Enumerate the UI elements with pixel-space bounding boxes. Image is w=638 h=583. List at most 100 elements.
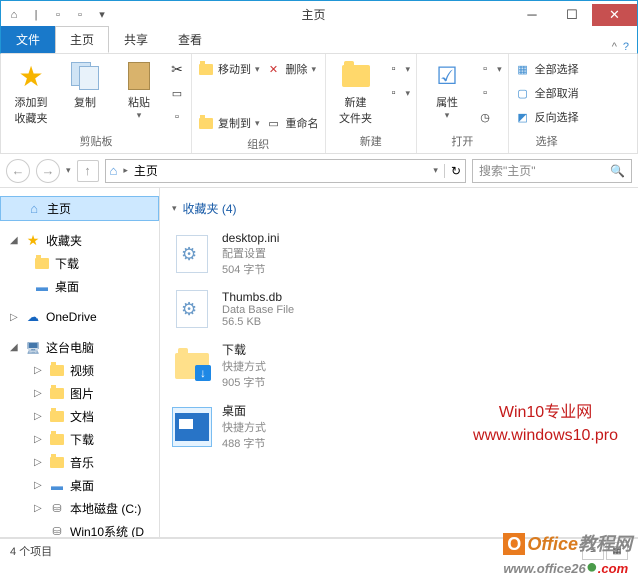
navitem-label: 图片 — [70, 385, 94, 402]
history-dropdown-icon[interactable]: ▾ — [66, 165, 71, 176]
copy-path-button[interactable]: ▭ — [169, 82, 185, 104]
chevron-right-icon: ▸ — [123, 165, 128, 176]
ribbon-collapse-icon[interactable]: ^ — [612, 41, 617, 53]
folder-icon[interactable]: ▫ — [71, 6, 89, 24]
moveto-icon — [198, 61, 214, 77]
navitem-win10sys[interactable]: ⛁Win10系统 (D — [0, 520, 159, 537]
address-bar[interactable]: ⌂ ▸ 主页 ▾ ↻ — [105, 159, 466, 183]
open-button[interactable]: ▫▾ — [477, 58, 502, 80]
section-header[interactable]: ▾ 收藏夹 (4) — [172, 196, 626, 225]
paste-shortcut-button[interactable]: ▫ — [169, 106, 185, 128]
selectnone-icon: ▢ — [515, 85, 531, 101]
rename-label: 重命名 — [286, 115, 319, 131]
tab-home[interactable]: 主页 — [55, 26, 109, 53]
navitem-music[interactable]: ▷音乐 — [0, 451, 159, 474]
navitem-label: 下载 — [55, 255, 79, 272]
expand-icon[interactable]: ▷ — [34, 388, 44, 399]
home-icon[interactable]: ⌂ — [5, 6, 23, 24]
easy-access-button[interactable]: ▫▾ — [386, 82, 411, 104]
navitem-thispc[interactable]: ◢🖥这台电脑 — [0, 336, 159, 359]
file-name: Thumbs.db — [222, 290, 294, 304]
forward-button[interactable]: → — [36, 159, 60, 183]
content-pane: ▾ 收藏夹 (4) desktop.ini 配置设置 504 字节 Thumbs… — [160, 188, 638, 537]
pin-to-favorites-button[interactable]: ★ 添加到 收藏夹 — [7, 58, 55, 126]
watermark: Win10专业网 www.windows10.pro — [473, 402, 618, 447]
expand-icon[interactable]: ◢ — [10, 342, 20, 353]
delete-button[interactable]: ✕删除▾ — [266, 58, 319, 80]
desktop-icon: ▬ — [34, 279, 50, 295]
tab-share[interactable]: 共享 — [109, 26, 163, 53]
refresh-icon[interactable]: ↻ — [444, 164, 461, 178]
group-clipboard-label: 剪贴板 — [80, 131, 113, 153]
close-button[interactable]: ✕ — [592, 4, 637, 26]
navitem-onedrive[interactable]: ▷☁OneDrive — [0, 306, 159, 328]
navitem-videos[interactable]: ▷视频 — [0, 359, 159, 382]
expand-icon[interactable]: ▷ — [34, 503, 44, 514]
file-item-thumbs-db[interactable]: Thumbs.db Data Base File 56.5 KB — [172, 283, 626, 335]
new-folder-button[interactable]: 新建 文件夹 — [332, 58, 380, 126]
file-name: 桌面 — [222, 402, 266, 419]
expand-icon[interactable]: ▷ — [34, 411, 44, 422]
tab-view[interactable]: 查看 — [163, 26, 217, 53]
expand-icon[interactable]: ▷ — [10, 312, 20, 323]
navitem-favorites[interactable]: ◢★收藏夹 — [0, 229, 159, 252]
navitem-home[interactable]: ⌂主页 — [0, 196, 159, 221]
up-button[interactable]: ↑ — [77, 160, 99, 182]
rename-button[interactable]: ▭重命名 — [266, 112, 319, 134]
copyto-icon — [198, 115, 214, 131]
move-to-button[interactable]: 移动到▾ — [198, 58, 260, 80]
navitem-desktop2[interactable]: ▷▬桌面 — [0, 474, 159, 497]
copy-button[interactable]: 复制 — [61, 58, 109, 110]
group-open: ☑ 属性 ▾ ▫▾ ▫ ◷ 打开 — [417, 54, 509, 153]
expand-icon[interactable]: ▷ — [34, 434, 44, 445]
expand-icon[interactable]: ▷ — [34, 480, 44, 491]
section-title: 收藏夹 (4) — [183, 200, 237, 217]
search-icon[interactable]: 🔍 — [610, 164, 625, 178]
expand-icon[interactable]: ▷ — [34, 365, 44, 376]
file-size: 504 字节 — [222, 261, 279, 277]
navitem-localdisk[interactable]: ▷⛁本地磁盘 (C:) — [0, 497, 159, 520]
doc-icon[interactable]: ▫ — [49, 6, 67, 24]
tab-file[interactable]: 文件 — [1, 26, 55, 53]
expand-icon[interactable]: ▷ — [34, 457, 44, 468]
history-button[interactable]: ◷ — [477, 106, 502, 128]
chevron-down-icon: ▾ — [137, 110, 142, 121]
ribbon: ★ 添加到 收藏夹 复制 粘贴 ▾ ✂ ▭ ▫ 剪贴板 移动到▾ — [0, 54, 638, 154]
help-icon[interactable]: ? — [623, 41, 629, 53]
edit-button[interactable]: ▫ — [477, 82, 502, 104]
open-icon: ▫ — [477, 61, 493, 77]
cut-button[interactable]: ✂ — [169, 58, 185, 80]
properties-button[interactable]: ☑ 属性 ▾ — [423, 58, 471, 121]
minimize-button[interactable]: ─ — [512, 4, 552, 26]
newitem-icon: ▫ — [386, 61, 402, 77]
back-button[interactable]: ← — [6, 159, 30, 183]
group-select: ▦全部选择 ▢全部取消 ◩反向选择 选择 — [509, 54, 585, 153]
select-none-button[interactable]: ▢全部取消 — [515, 82, 579, 104]
navitem-desktop[interactable]: ▬桌面 — [0, 275, 159, 298]
file-item-downloads[interactable]: 下载 快捷方式 905 字节 — [172, 335, 626, 396]
copy-label: 复制 — [74, 94, 96, 110]
search-input[interactable]: 搜索"主页" 🔍 — [472, 159, 632, 183]
breadcrumb-location[interactable]: 主页 — [134, 162, 158, 179]
expand-icon[interactable]: ◢ — [10, 235, 20, 246]
navitem-pictures[interactable]: ▷ 图片 — [0, 382, 159, 405]
invert-selection-button[interactable]: ◩反向选择 — [515, 106, 579, 128]
item-count: 4 个项目 — [10, 543, 52, 559]
watermark-line1: Win10专业网 — [473, 402, 618, 424]
paste-button[interactable]: 粘贴 ▾ — [115, 58, 163, 121]
copy-to-button[interactable]: 复制到▾ — [198, 112, 260, 134]
addr-dropdown-icon[interactable]: ▾ — [433, 165, 438, 176]
properties-label: 属性 — [436, 94, 458, 110]
select-all-button[interactable]: ▦全部选择 — [515, 58, 579, 80]
navitem-downloads[interactable]: 下载 — [0, 252, 159, 275]
navitem-documents[interactable]: ▷文档 — [0, 405, 159, 428]
maximize-button[interactable]: ☐ — [552, 4, 592, 26]
file-item-desktop-ini[interactable]: desktop.ini 配置设置 504 字节 — [172, 225, 626, 283]
navitem-label: 主页 — [47, 200, 71, 217]
navitem-downloads2[interactable]: ▷下载 — [0, 428, 159, 451]
navitem-label: 收藏夹 — [46, 232, 82, 249]
qat-dropdown-icon[interactable]: ▾ — [93, 6, 111, 24]
new-item-button[interactable]: ▫▾ — [386, 58, 411, 80]
star-icon: ★ — [18, 60, 43, 93]
selectall-icon: ▦ — [515, 61, 531, 77]
